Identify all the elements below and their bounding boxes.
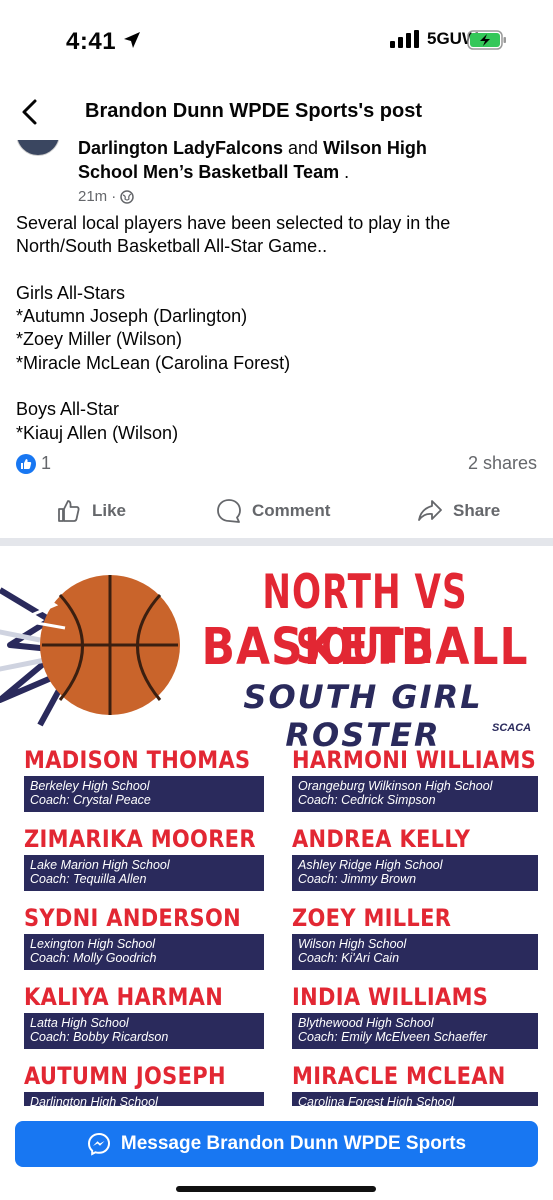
player-name: MADISON THOMAS	[24, 746, 251, 774]
player-card: KALIYA HARMAN Latta High School Coach: Bo…	[24, 983, 264, 1049]
player-name: SYDNI ANDERSON	[24, 904, 241, 932]
reaction-summary[interactable]: 1 2 shares	[16, 452, 537, 478]
player-name: ANDREA KELLY	[292, 825, 471, 853]
post-actions: Like Comment Share	[0, 490, 553, 530]
clock: 4:41	[66, 28, 117, 55]
player-name: ZOEY MILLER	[292, 904, 452, 932]
post-image[interactable]: NORTH VS SOUTH BASKETBALL SOUTH GIRL ROS…	[0, 546, 553, 1106]
graphic-subtitle: SOUTH GIRL ROSTER	[243, 678, 483, 754]
like-reaction-icon	[16, 454, 36, 474]
player-info-box: Carolina Forest High School	[292, 1092, 538, 1106]
post-time: 21m	[78, 188, 108, 205]
battery-charging-icon	[467, 30, 506, 50]
player-info-box: Darlington High School	[24, 1092, 264, 1106]
player-info-box: Berkeley High School Coach: Crystal Peace	[24, 776, 264, 812]
comment-button[interactable]: Comment	[216, 498, 330, 524]
graphic-title-line-2: BASKETBALL	[201, 618, 529, 677]
like-button[interactable]: Like	[56, 498, 126, 524]
divider	[0, 538, 553, 546]
status-bar: 4:41 5GUW	[0, 0, 553, 80]
player-info-box: Lexington High School Coach: Molly Goodri…	[24, 934, 264, 970]
back-chevron-icon[interactable]	[18, 98, 42, 126]
messenger-icon	[87, 1132, 110, 1156]
player-name: HARMONI WILLIAMS	[292, 746, 537, 774]
player-card: ZIMARIKA MOORER Lake Marion High School C…	[24, 825, 264, 891]
player-card: ZOEY MILLER Wilson High School Coach: Ki'…	[292, 904, 538, 970]
post-meta: 21m ·	[78, 188, 134, 205]
player-card: INDIA WILLIAMS Blythewood High School Coa…	[292, 983, 538, 1049]
post-tagged-line-2[interactable]: School Men’s Basketball Team .	[78, 162, 349, 183]
comment-bubble-icon	[217, 499, 241, 523]
avatar[interactable]	[16, 140, 60, 156]
player-info-box: Blythewood High School Coach: Emily McElv…	[292, 1013, 538, 1049]
player-info-box: Latta High School Coach: Bobby Ricardson	[24, 1013, 264, 1049]
player-info-box: Orangeburg Wilkinson High School Coach: C…	[292, 776, 538, 812]
player-card: MADISON THOMAS Berkeley High School Coach…	[24, 746, 264, 812]
player-card: AUTUMN JOSEPH Darlington High School	[24, 1062, 264, 1106]
home-indicator	[176, 1186, 376, 1192]
post-text: Several local players have been selected…	[16, 213, 451, 443]
player-name: INDIA WILLIAMS	[292, 983, 489, 1011]
player-card: HARMONI WILLIAMS Orangeburg Wilkinson Hi…	[292, 746, 538, 812]
location-arrow-icon	[124, 32, 140, 48]
share-button[interactable]: Share	[417, 498, 500, 524]
player-name: KALIYA HARMAN	[24, 983, 224, 1011]
player-name: MIRACLE MCLEAN	[292, 1062, 506, 1090]
shares-count[interactable]: 2 shares	[468, 453, 537, 474]
thumbs-up-icon	[58, 500, 80, 522]
player-card: ANDREA KELLY Ashley Ridge High School Coa…	[292, 825, 538, 891]
message-button-label: Message Brandon Dunn WPDE Sports	[120, 1133, 467, 1154]
basketball-icon	[0, 568, 180, 727]
globe-icon	[120, 189, 134, 204]
player-name: AUTUMN JOSEPH	[24, 1062, 226, 1090]
player-name: ZIMARIKA MOORER	[24, 825, 256, 853]
post-tagged-line[interactable]: Darlington LadyFalcons and Wilson High	[78, 140, 427, 159]
reaction-count[interactable]: 1	[41, 453, 51, 474]
share-arrow-icon	[418, 500, 442, 521]
player-info-box: Lake Marion High School Coach: Tequilla A…	[24, 855, 264, 891]
player-card: MIRACLE MCLEAN Carolina Forest High Scho…	[292, 1062, 538, 1106]
scaca-logo: SCACA	[492, 722, 532, 734]
message-page-button[interactable]: Message Brandon Dunn WPDE Sports	[15, 1121, 538, 1167]
page-title: Brandon Dunn WPDE Sports's post	[85, 100, 422, 122]
player-card: SYDNI ANDERSON Lexington High School Coac…	[24, 904, 264, 970]
player-info-box: Ashley Ridge High School Coach: Jimmy Bro…	[292, 855, 538, 891]
signal-bars-icon	[390, 30, 419, 48]
player-info-box: Wilson High School Coach: Ki'Ari Cain	[292, 934, 538, 970]
top-nav: Brandon Dunn WPDE Sports's post	[0, 84, 553, 140]
